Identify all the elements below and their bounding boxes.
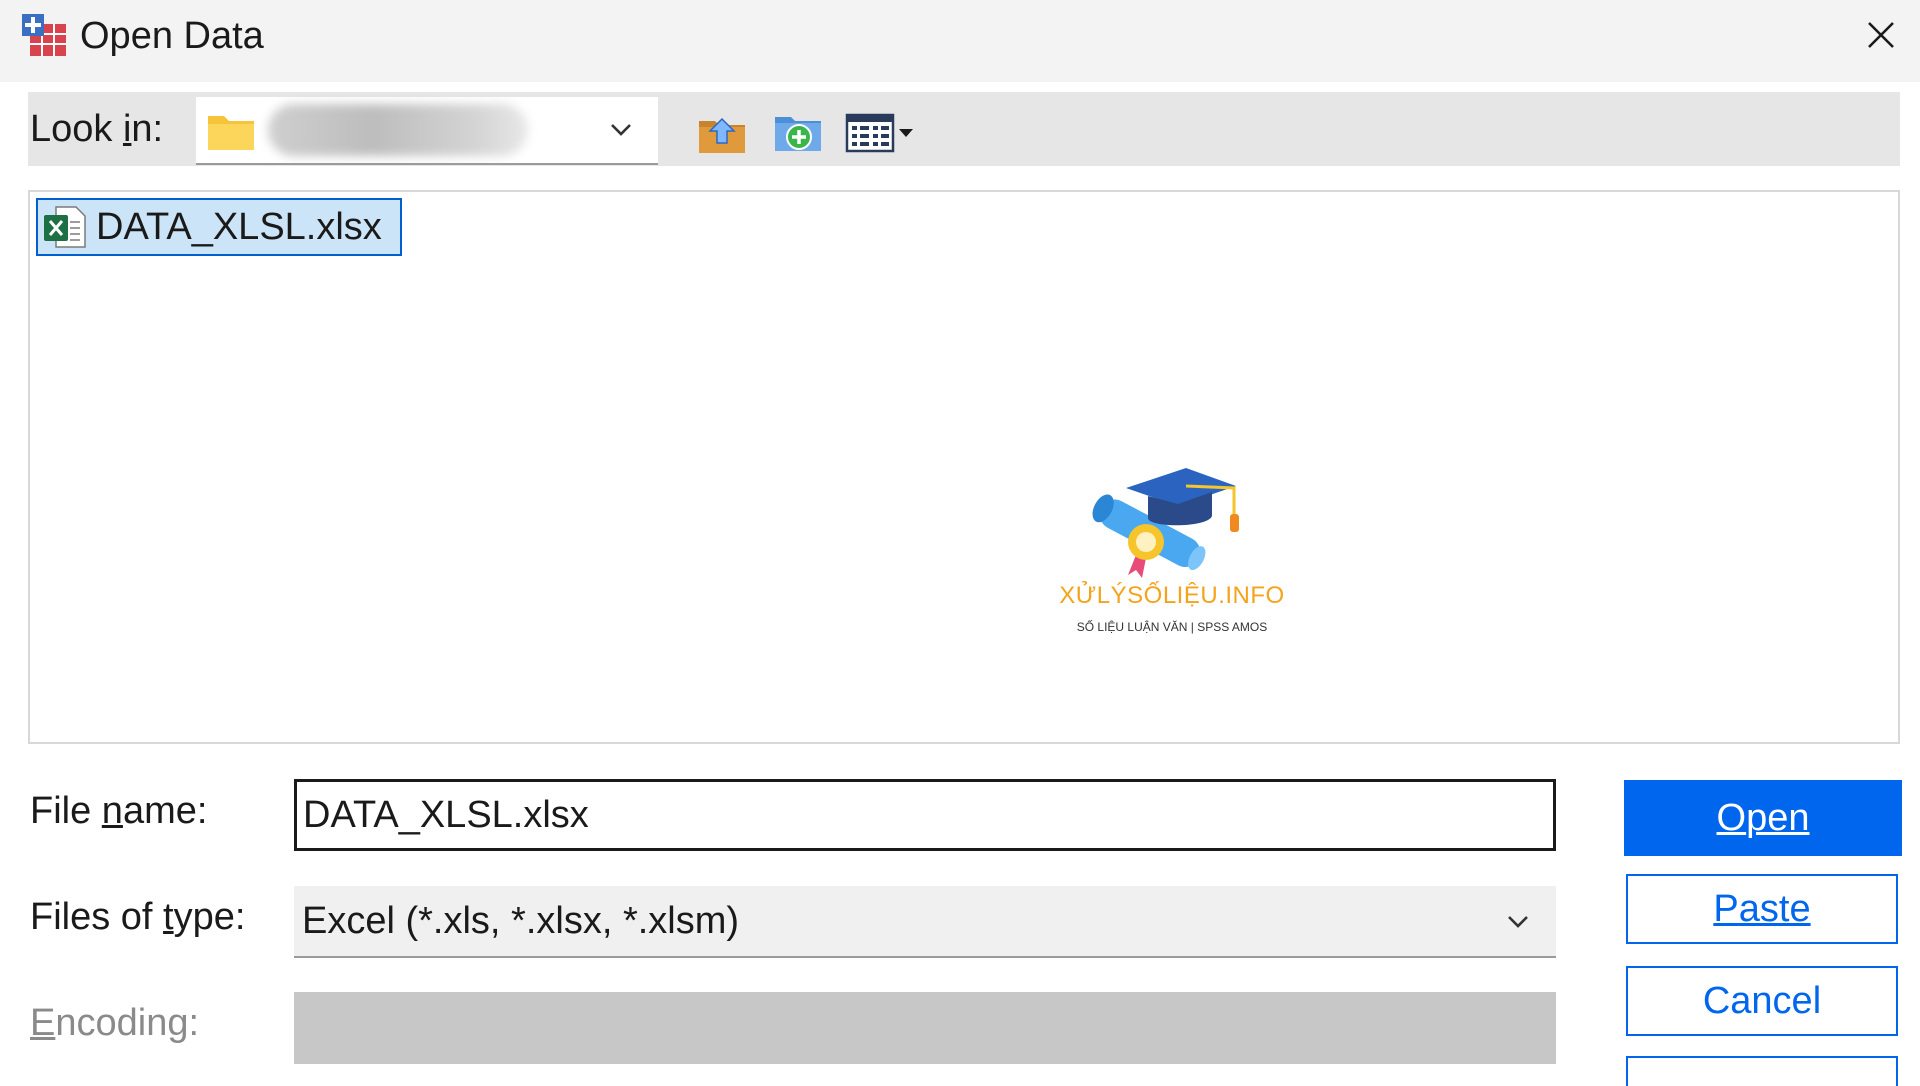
look-in-label: Look in: [30,108,164,150]
chevron-down-icon[interactable] [1490,898,1546,946]
file-item-label: DATA_XLSL.xlsx [96,205,382,248]
spss-app-icon [20,10,70,60]
help-button[interactable] [1626,1056,1898,1086]
files-of-type-label: Files of type: [30,896,246,938]
encoding-label: Encoding: [30,1002,200,1044]
paste-button[interactable]: Paste [1626,874,1898,944]
open-button[interactable]: Open [1624,780,1902,856]
watermark-subtitle: SỐ LIỆU LUẬN VĂN | SPSS AMOS [1076,620,1268,634]
file-item-data-xlsl[interactable]: DATA_XLSL.xlsx [36,198,402,256]
excel-file-icon [42,204,88,250]
chevron-down-icon[interactable] [596,108,646,152]
file-list[interactable] [28,190,1900,744]
up-one-level-icon[interactable] [694,104,750,160]
title-bar [0,0,1920,82]
graduation-logo-icon [1086,460,1246,580]
encoding-select-disabled [294,992,1556,1064]
folder-icon [206,110,256,152]
file-name-label: File name: [30,790,208,832]
file-name-input[interactable] [294,779,1556,851]
close-icon[interactable] [1850,8,1912,62]
watermark-title: XỬLÝSỐLIỆU.INFO [1059,582,1285,609]
create-new-folder-icon[interactable] [770,104,826,160]
cancel-button[interactable]: Cancel [1626,966,1898,1036]
folder-path-redacted [268,104,528,156]
window-title: Open Data [80,15,264,57]
files-of-type-value: Excel (*.xls, *.xlsx, *.xlsm) [302,900,740,942]
view-menu-icon[interactable] [844,104,918,160]
